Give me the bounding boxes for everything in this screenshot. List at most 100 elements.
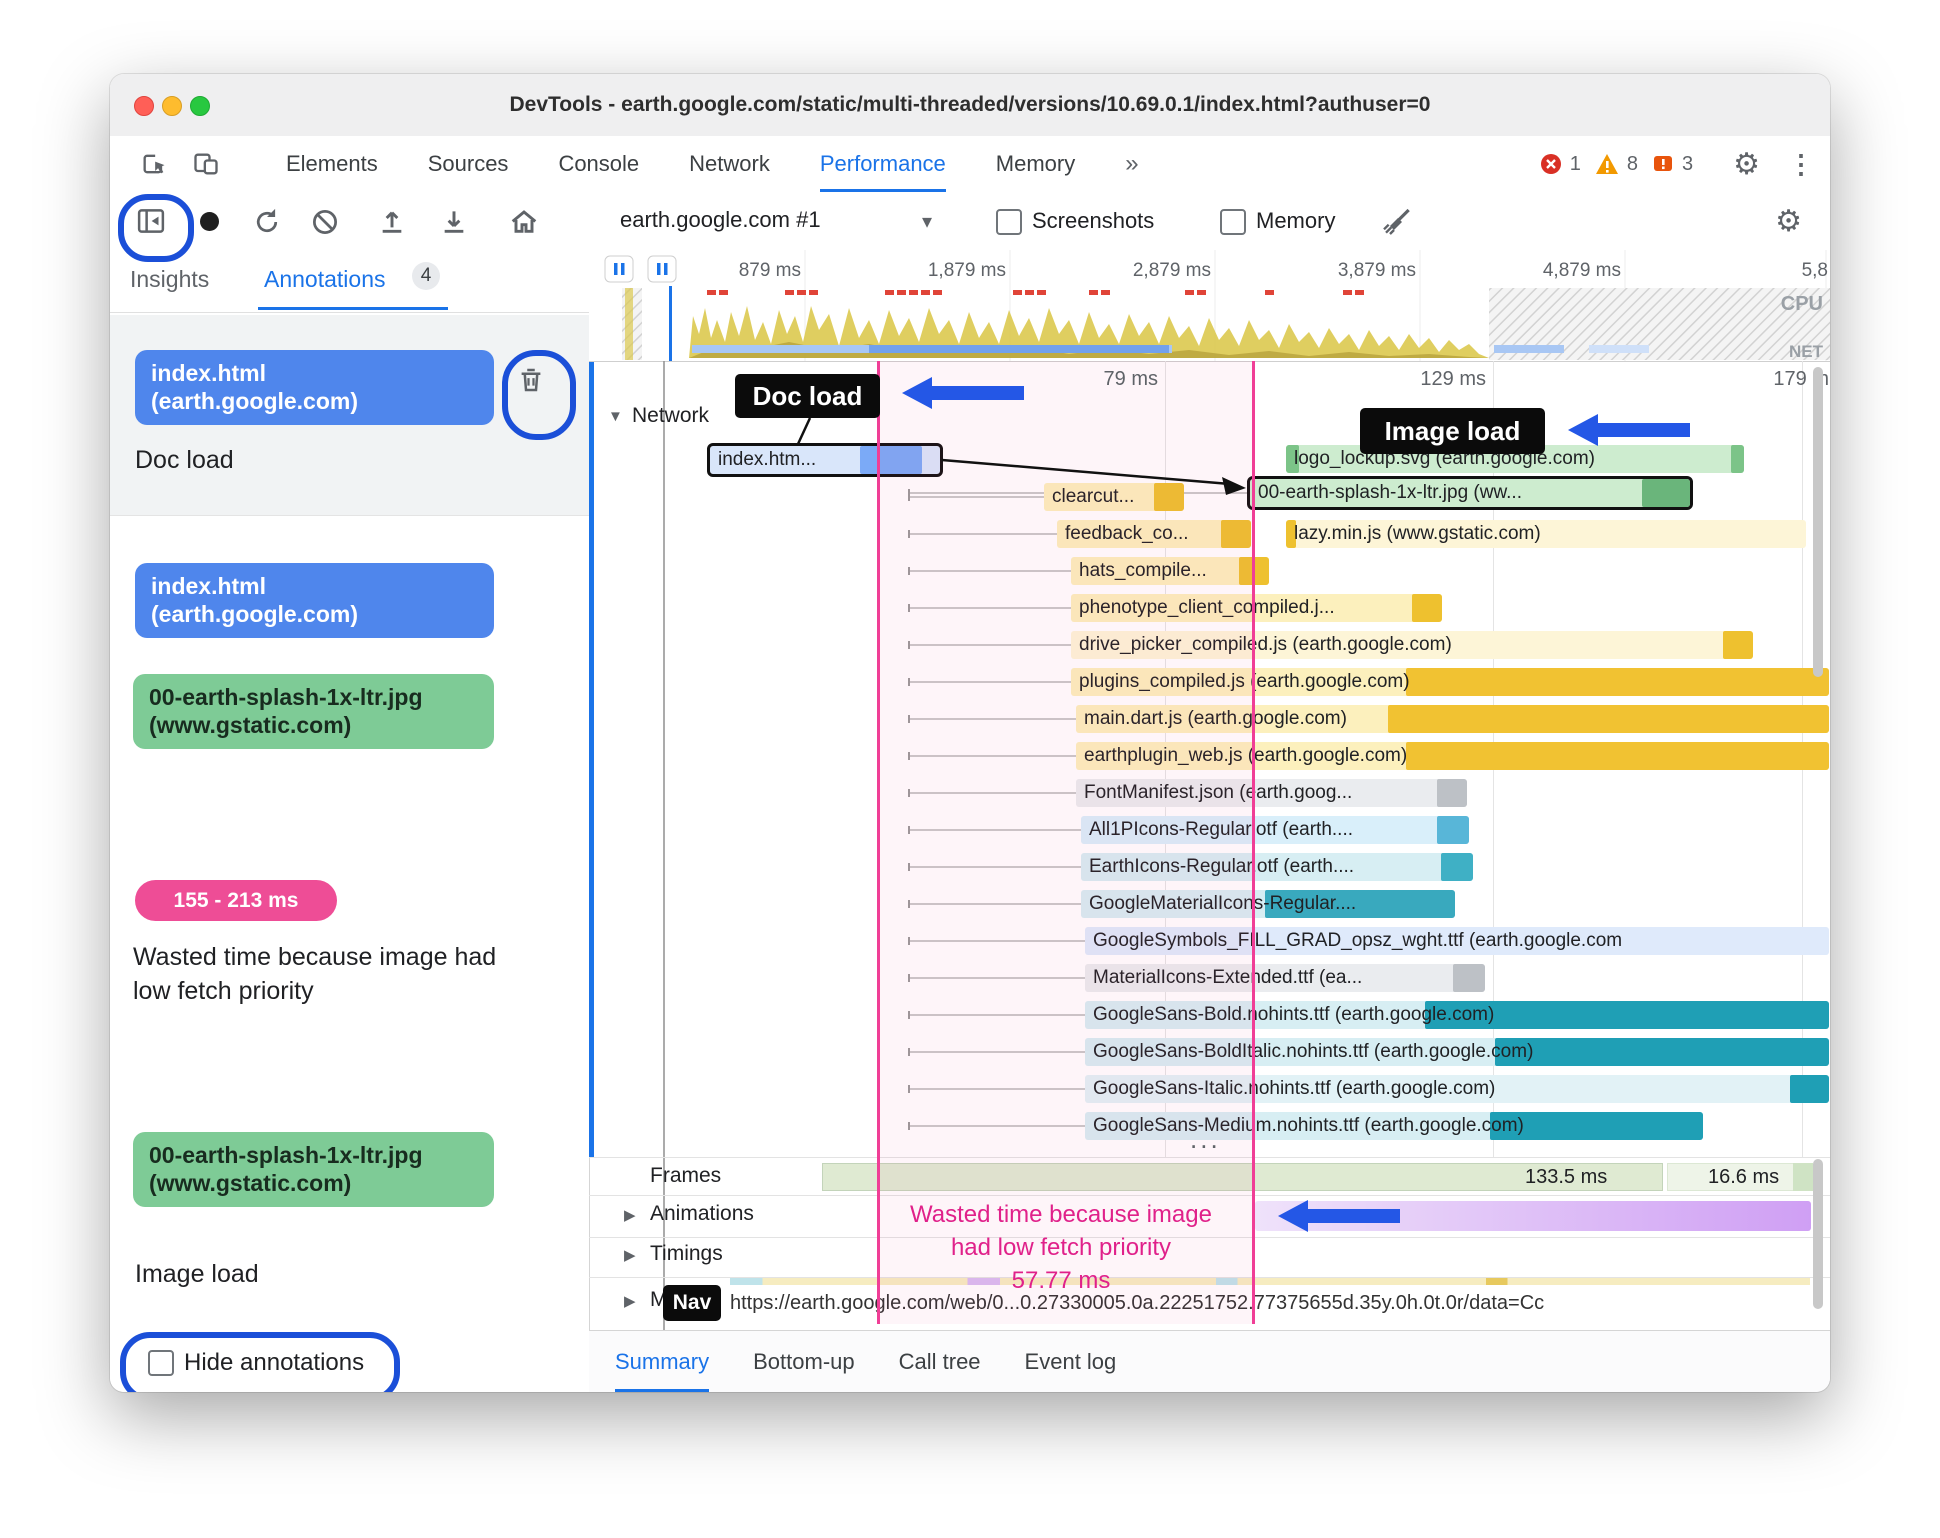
timeline-overview[interactable]: 879 ms 1,879 ms 2,879 ms 3,879 ms 4,879 … [589,250,1830,361]
annotation-card-image-load[interactable]: 00-earth-splash-1x-ltr.jpg (www.gstatic.… [110,1105,589,1305]
error-count: 1 [1569,152,1581,175]
main-disclosure-icon[interactable]: ▶ [624,1292,636,1310]
warning-icon[interactable] [1595,153,1619,175]
toggle-sidebar-icon[interactable] [136,206,166,236]
frames-track-label[interactable]: Frames [650,1164,721,1188]
network-scrollbar[interactable] [1813,367,1823,677]
tab-event-log[interactable]: Event log [1025,1331,1117,1392]
request-segment [1453,964,1485,992]
tab-console[interactable]: Console [558,136,639,192]
tab-bottom-up[interactable]: Bottom-up [753,1331,855,1392]
close-window-button[interactable] [134,96,154,116]
ruler-tick: 2,879 ms [1133,260,1211,281]
request-segment [1406,742,1829,770]
garbage-collect-icon[interactable] [1382,206,1414,238]
memory-checkbox[interactable] [1220,209,1246,235]
request-label: lazy.min.js (www.gstatic.com) [1294,523,1541,544]
more-tabs-icon[interactable]: » [1125,136,1138,192]
profile-select[interactable]: earth.google.com #1 [620,207,821,233]
ruler-tick: 3,879 ms [1338,260,1416,281]
inspect-element-icon[interactable] [140,150,168,178]
request-segment [1388,705,1829,733]
detail-time-tick: 129 ms [1420,368,1486,390]
doc-load-annotation-badge[interactable]: Doc load [735,374,880,418]
network-overflow-indicator[interactable]: ... [1190,1124,1221,1155]
annotation-card-doc-load[interactable]: index.html (earth.google.com) Doc load [110,315,589,516]
annotation-label-wasted-time: Wasted time because image had low fetch … [133,943,497,1005]
download-profile-icon[interactable] [438,206,470,238]
device-toolbar-icon[interactable] [192,150,220,178]
network-request-bar[interactable]: 00-earth-splash-1x-ltr.jpg (ww... [1247,476,1693,510]
annotation-pill-splash-jpg[interactable]: 00-earth-splash-1x-ltr.jpg (www.gstatic.… [133,674,494,750]
tab-annotations[interactable]: Annotations [264,266,385,293]
overview-window-handle[interactable] [669,286,672,361]
wasted-time-callout: Wasted time because image had low fetch … [880,1198,1242,1297]
wasted-time-value: 57.77 ms [1011,1267,1111,1294]
annotations-count-badge: 4 [412,262,440,290]
ruler-tick: 4,879 ms [1543,260,1621,281]
warning-count: 8 [1626,152,1638,175]
tab-performance[interactable]: Performance [820,136,946,192]
annotation-pill-index-html-2[interactable]: index.html (earth.google.com) [135,563,494,639]
capture-settings-gear-icon[interactable]: ⚙ [1775,204,1802,239]
network-request-bar[interactable]: lazy.min.js (www.gstatic.com) [1286,520,1806,548]
nav-marker-badge[interactable]: Nav [663,1285,721,1321]
tab-insights[interactable]: Insights [130,266,209,293]
screenshots-label: Screenshots [1032,208,1155,233]
error-icon[interactable] [1540,153,1562,175]
request-segment [1441,853,1473,881]
tab-memory[interactable]: Memory [996,136,1075,192]
pause-button[interactable] [604,255,634,283]
tab-elements[interactable]: Elements [286,136,378,192]
annotation-card-link[interactable]: index.html (earth.google.com) → 00-earth… [110,515,589,815]
hide-annotations-checkbox[interactable] [148,1350,174,1376]
home-icon[interactable] [508,206,540,238]
chevron-down-icon[interactable]: ▾ [922,209,932,234]
upload-profile-icon[interactable] [376,206,408,238]
annotation-pill-time-range[interactable]: 155 - 213 ms [135,880,337,922]
animations-arrow [1278,1200,1400,1232]
tab-summary[interactable]: Summary [615,1331,709,1392]
annotation-pill-splash-jpg-2[interactable]: 00-earth-splash-1x-ltr.jpg (www.gstatic.… [133,1132,494,1208]
kebab-menu-icon[interactable]: ⋮ [1788,149,1814,180]
network-disclosure-icon[interactable]: ▼ [608,408,623,425]
tab-network[interactable]: Network [689,136,770,192]
timings-track-label[interactable]: Timings [650,1242,723,1266]
maximize-window-button[interactable] [190,96,210,116]
request-segment [1437,779,1467,807]
network-section-label[interactable]: Network [632,404,709,428]
delete-annotation-trash-icon[interactable] [516,363,546,397]
request-segment [1406,668,1829,696]
issues-count: 3 [1681,152,1694,175]
tab-call-tree[interactable]: Call tree [899,1331,981,1392]
request-segment [1495,1038,1829,1066]
animations-track-label[interactable]: Animations [650,1202,754,1226]
memory-label: Memory [1256,208,1336,233]
wasted-time-highlight-region [877,361,1255,1324]
request-segment [1731,445,1744,473]
settings-gear-icon[interactable]: ⚙ [1733,147,1760,182]
tracks-scrollbar[interactable] [1813,1159,1823,1309]
pause-button-2[interactable] [647,255,677,283]
request-segment [1790,1075,1829,1103]
annotation-pill-index-html[interactable]: index.html (earth.google.com) [135,350,494,426]
clear-icon[interactable] [310,207,340,237]
issues-icon[interactable] [1652,153,1674,175]
annotations-sidebar: Insights Annotations 4 index.html (earth… [110,250,590,1392]
annotation-card-time-range[interactable]: 155 - 213 ms Wasted time because image h… [110,850,589,1070]
animations-disclosure-icon[interactable]: ▶ [624,1206,636,1224]
reload-icon[interactable] [252,207,282,237]
image-load-annotation-badge[interactable]: Image load [1360,408,1545,454]
divider [110,312,589,313]
timings-disclosure-icon[interactable]: ▶ [624,1246,636,1264]
image-load-arrow [1568,414,1690,446]
status-badges: 1 8 3 ⚙ ⋮ [1540,136,1814,192]
tab-sources[interactable]: Sources [428,136,509,192]
record-button[interactable] [200,212,219,231]
frame-bar-3 [1793,1163,1813,1191]
window-title: DevTools - earth.google.com/static/multi… [509,93,1431,116]
minimize-window-button[interactable] [162,96,182,116]
title-bar: DevTools - earth.google.com/static/multi… [110,74,1830,137]
screenshots-checkbox[interactable] [996,209,1022,235]
annotation-label-doc-load: Doc load [135,446,234,474]
